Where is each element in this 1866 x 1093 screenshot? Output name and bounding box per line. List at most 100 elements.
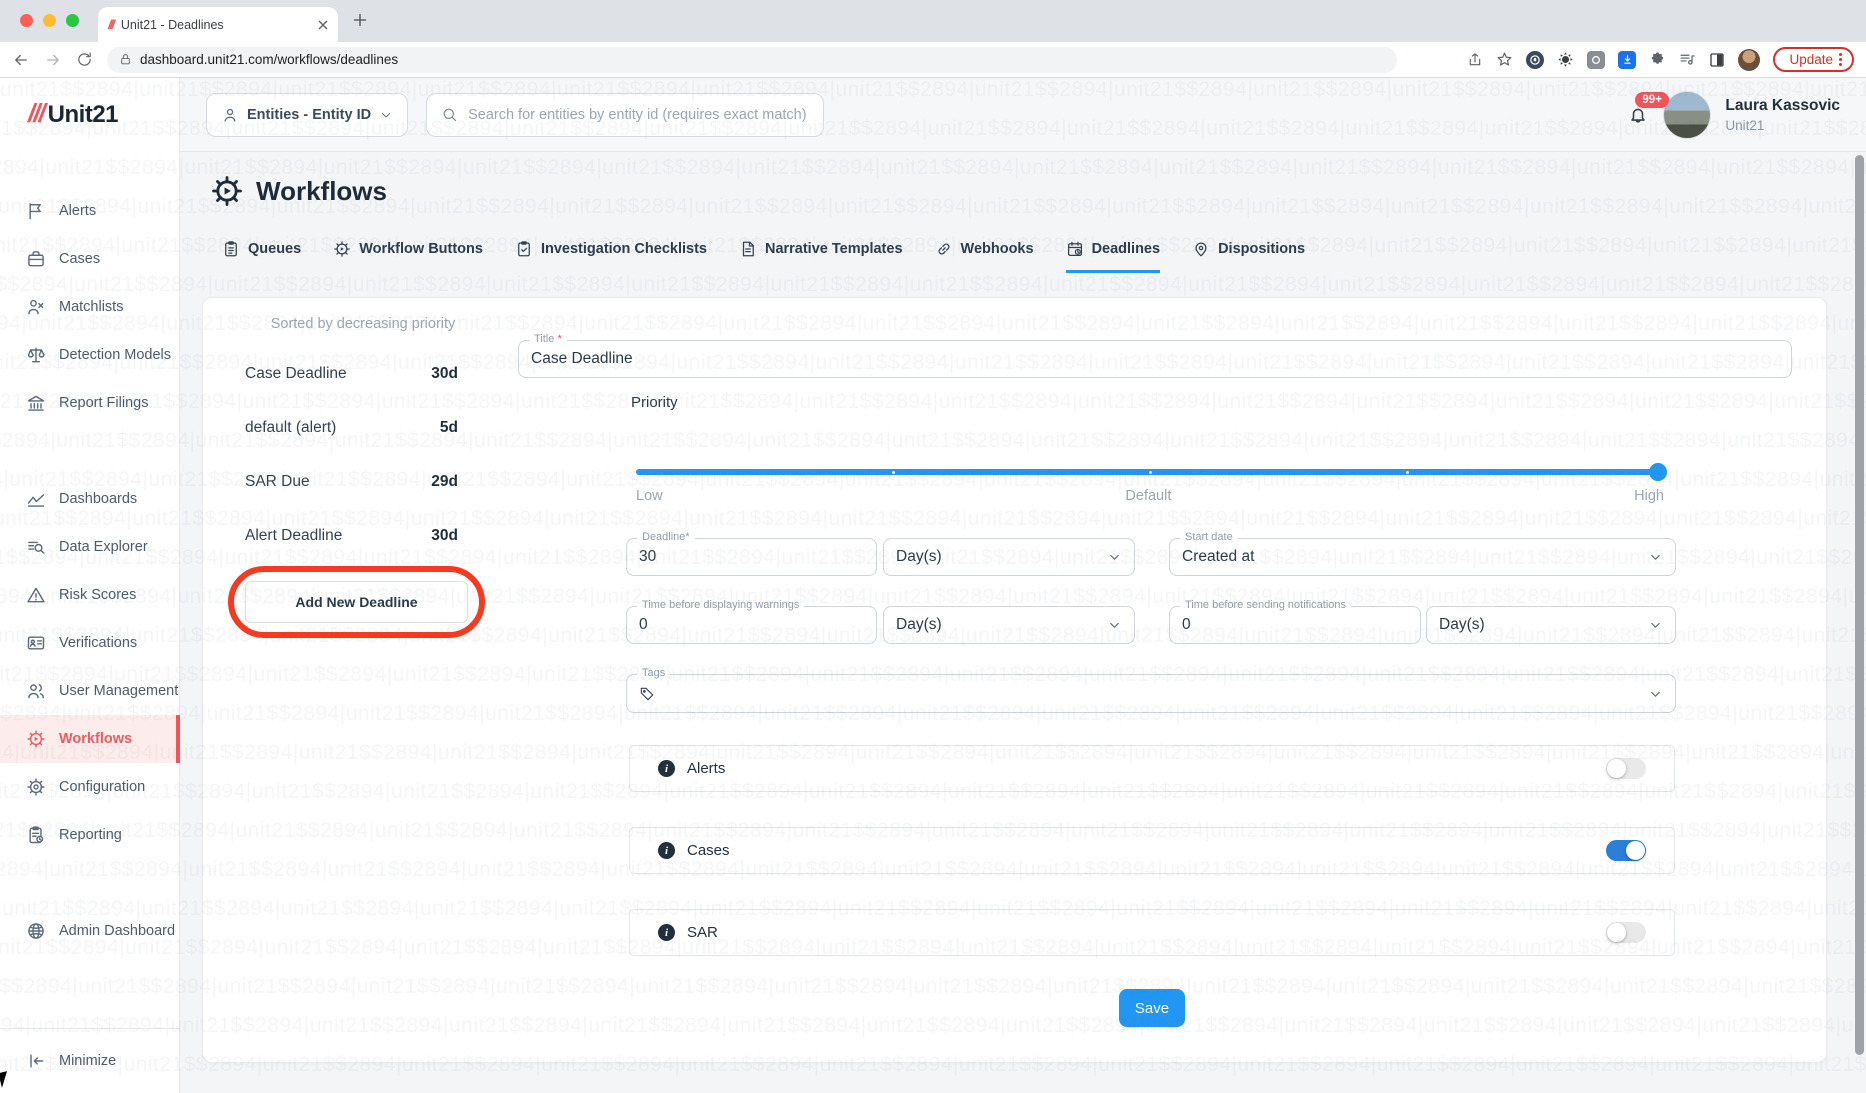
- slider-thumb[interactable]: [1649, 463, 1667, 481]
- gray-extension-icon[interactable]: [1587, 50, 1606, 69]
- page-content: Workflows Queues Workflow Buttons Invest…: [180, 152, 1866, 1093]
- tab-deadlines[interactable]: Deadlines: [1065, 240, 1161, 273]
- add-new-deadline-button[interactable]: Add New Deadline: [245, 581, 468, 623]
- notifications-input[interactable]: [1182, 616, 1386, 634]
- tab-narrative-templates[interactable]: Narrative Templates: [739, 240, 903, 273]
- window-minimize-button[interactable]: [43, 14, 56, 27]
- tab-queues[interactable]: Queues: [222, 240, 301, 273]
- logo-slashes: ///: [28, 98, 46, 128]
- deadline-name: default (alert): [245, 419, 337, 436]
- page-title: Workflows: [256, 175, 387, 206]
- bookmark-star-icon[interactable]: [1496, 51, 1513, 68]
- new-tab-button[interactable]: [352, 12, 368, 28]
- chevron-down-icon: [379, 108, 393, 122]
- reload-icon[interactable]: [76, 51, 93, 68]
- tab-webhooks[interactable]: Webhooks: [935, 240, 1034, 273]
- notifications-button[interactable]: 99+: [1627, 91, 1669, 126]
- start-date-label: Start date: [1180, 531, 1238, 543]
- sar-toggle[interactable]: [1606, 922, 1646, 943]
- warnings-field[interactable]: Time before displaying warnings: [626, 599, 877, 644]
- back-icon[interactable]: [12, 51, 30, 69]
- minimize-label: Minimize: [59, 1053, 117, 1069]
- extensions-puzzle-icon[interactable]: [1649, 51, 1666, 68]
- alerts-toggle[interactable]: [1606, 758, 1646, 779]
- password-manager-extension-icon[interactable]: [1526, 50, 1545, 69]
- globe-icon: [26, 921, 46, 941]
- entity-search[interactable]: [426, 92, 825, 137]
- playlist-extension-icon[interactable]: [1679, 51, 1696, 68]
- deadline-list-item[interactable]: SAR Due 29d: [245, 470, 458, 494]
- sidebar-item-label: Workflows: [59, 731, 133, 747]
- users-icon: [26, 681, 46, 701]
- briefcase-icon: [26, 249, 46, 269]
- share-icon[interactable]: [1467, 52, 1483, 68]
- cases-toggle[interactable]: [1606, 840, 1646, 861]
- title-field[interactable]: Title *: [518, 333, 1792, 378]
- browser-menu-icon[interactable]: [1839, 53, 1842, 66]
- address-bar[interactable]: dashboard.unit21.com/workflows/deadlines: [107, 46, 1397, 73]
- deadline-list-item[interactable]: Case Deadline 30d: [245, 362, 458, 386]
- slider-tick: [891, 470, 895, 474]
- window-maximize-button[interactable]: [66, 14, 79, 27]
- tags-select[interactable]: Tags: [626, 667, 1676, 713]
- tab-label: Workflow Buttons: [359, 241, 483, 257]
- app-root: /// Unit21 Alerts Cases Matchlists Detec…: [0, 78, 1866, 1093]
- sidebar-item-workflows[interactable]: Workflows: [0, 715, 180, 763]
- notifications-unit-select[interactable]: Day(s): [1426, 606, 1676, 644]
- page-scrollbar[interactable]: [1855, 155, 1864, 1055]
- tab-close-icon[interactable]: [318, 20, 328, 30]
- dark-mode-extension-icon[interactable]: [1709, 52, 1725, 68]
- sidebar-item-user-management[interactable]: User Management: [0, 667, 180, 715]
- entity-type-selector[interactable]: Entities - Entity ID: [206, 92, 409, 137]
- sidebar-item-detection-models[interactable]: Detection Models: [0, 331, 180, 379]
- tab-dispositions[interactable]: Dispositions: [1192, 240, 1305, 273]
- sidebar-minimize-button[interactable]: Minimize: [0, 1037, 180, 1085]
- sidebar-item-admin-dashboard[interactable]: Admin Dashboard: [0, 907, 180, 955]
- priority-slider[interactable]: Low Default High: [636, 438, 1667, 508]
- sidebar-item-configuration[interactable]: Configuration: [0, 763, 180, 811]
- sidebar-item-verifications[interactable]: Verifications: [0, 619, 180, 667]
- browser-tab[interactable]: /// Unit21 - Deadlines: [98, 7, 338, 42]
- forward-icon[interactable]: [44, 51, 62, 69]
- deadline-list-item[interactable]: default (alert) 5d: [245, 416, 458, 440]
- tab-workflow-buttons[interactable]: Workflow Buttons: [333, 240, 483, 273]
- sidebar-item-matchlists[interactable]: Matchlists: [0, 283, 180, 331]
- unit21-logo[interactable]: /// Unit21: [28, 98, 119, 129]
- sidebar-item-dashboards[interactable]: Dashboards: [0, 475, 180, 523]
- sidebar-item-reporting[interactable]: Reporting: [0, 811, 180, 859]
- sidebar-item-risk-scores[interactable]: Risk Scores: [0, 571, 180, 619]
- tab-investigation-checklists[interactable]: Investigation Checklists: [515, 240, 707, 273]
- tab-label: Investigation Checklists: [540, 241, 707, 257]
- sidebar-item-report-filings[interactable]: Report Filings: [0, 379, 180, 427]
- deadline-list-item[interactable]: Alert Deadline 30d: [245, 524, 458, 548]
- tab-label: Deadlines: [1091, 241, 1161, 257]
- deadline-input[interactable]: [639, 548, 842, 566]
- window-controls[interactable]: [20, 14, 79, 27]
- person-x-icon: [26, 297, 46, 317]
- deadline-duration: 30d: [431, 365, 458, 382]
- chevron-down-icon: [1648, 618, 1663, 633]
- title-input[interactable]: [531, 350, 1757, 368]
- warnings-unit-select[interactable]: Day(s): [883, 606, 1135, 644]
- warnings-input[interactable]: [639, 616, 842, 634]
- sidebar-item-cases[interactable]: Cases: [0, 235, 180, 283]
- settings-gear-extension-icon[interactable]: [1557, 51, 1574, 68]
- user-avatar[interactable]: [1663, 90, 1712, 139]
- document-icon: [739, 240, 757, 258]
- warning-triangle-icon: [26, 585, 46, 605]
- search-input[interactable]: [468, 106, 810, 123]
- chevron-down-icon: [1648, 550, 1663, 565]
- sidebar-item-data-explorer[interactable]: Data Explorer: [0, 523, 180, 571]
- deadline-unit-select[interactable]: Day(s): [883, 538, 1135, 576]
- notifications-field[interactable]: Time before sending notifications: [1169, 599, 1421, 644]
- window-close-button[interactable]: [20, 14, 33, 27]
- app-header: Entities - Entity ID 99+ Laura Kassovic …: [180, 78, 1866, 152]
- workflow-gear-play-icon: [26, 729, 46, 749]
- start-date-select[interactable]: Start date Created at: [1169, 531, 1676, 576]
- download-extension-icon[interactable]: [1618, 50, 1637, 69]
- sidebar-item-alerts[interactable]: Alerts: [0, 187, 180, 235]
- browser-update-button[interactable]: Update: [1773, 47, 1854, 72]
- save-button[interactable]: Save: [1119, 989, 1185, 1027]
- deadline-days-field[interactable]: Deadline*: [626, 531, 877, 576]
- browser-profile-avatar[interactable]: [1738, 48, 1761, 71]
